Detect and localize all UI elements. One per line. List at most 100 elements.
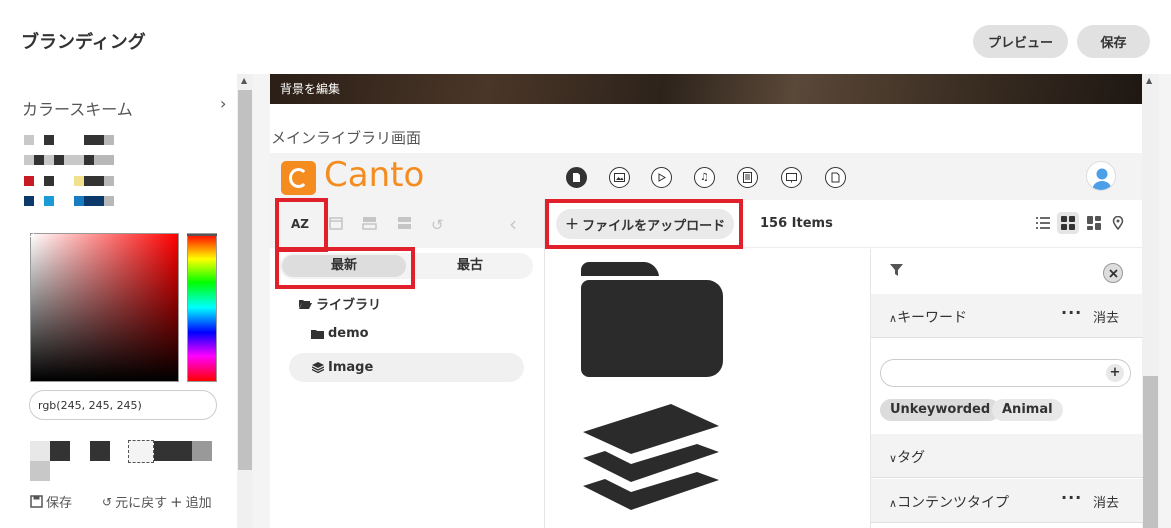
tree-label: Image	[328, 360, 374, 375]
page-title: ブランディング	[21, 32, 146, 53]
tree-item-demo[interactable]: demo	[311, 326, 369, 341]
canto-logo-text: Canto	[324, 155, 425, 195]
scrollbar-thumb[interactable]	[238, 90, 252, 470]
chevron-down-icon: ∨	[889, 452, 898, 465]
content-type-label: ∧コンテンツタイプ	[889, 495, 1010, 511]
upload-button[interactable]: + ファイルをアップロード	[556, 209, 734, 239]
rgb-input[interactable]	[29, 390, 217, 420]
tag-section-header[interactable]: ∨タグ	[871, 434, 1143, 478]
sort-az-button[interactable]: AZ	[280, 200, 320, 248]
keyword-search-input[interactable]	[880, 359, 1131, 387]
refresh-icon[interactable]: ↺	[431, 216, 444, 234]
recent-color[interactable]	[30, 441, 50, 461]
all-types-icon[interactable]	[566, 167, 587, 188]
calendar-icon[interactable]	[329, 216, 343, 234]
items-count: 156 Items	[760, 216, 833, 231]
right-scrollbar[interactable]: ▲	[1142, 74, 1159, 528]
list-view-icon[interactable]	[1032, 212, 1054, 234]
sort-oldest-button[interactable]: 最古	[410, 255, 530, 277]
add-color-button[interactable]: + 追加	[170, 492, 212, 512]
audio-type-icon[interactable]: ♫	[694, 167, 715, 188]
video-type-icon[interactable]	[651, 167, 672, 188]
chevron-up-icon: ∧	[889, 497, 898, 510]
folder-open-icon	[299, 299, 312, 309]
layers-icon[interactable]	[579, 404, 724, 528]
add-color-label: 追加	[185, 496, 212, 511]
save-scheme-label: 保存	[46, 496, 73, 511]
picker-handle[interactable]	[28, 231, 34, 237]
keyword-section-header[interactable]: ∧キーワード ··· 消去	[871, 294, 1143, 338]
map-pin-icon[interactable]	[1107, 212, 1129, 234]
more-icon[interactable]: ···	[1061, 488, 1082, 507]
background-banner[interactable]: 背景を編集	[270, 74, 1142, 104]
folder-icon	[311, 329, 324, 339]
color-scheme-title: カラースキーム	[22, 100, 133, 119]
file-grid	[545, 249, 870, 528]
keyword-label: ∧キーワード	[889, 310, 968, 326]
chevron-up-icon: ∧	[889, 312, 898, 325]
color-scheme-panel: カラースキーム › 保存	[0, 74, 237, 528]
content-type-section-header[interactable]: ∧コンテンツタイプ ··· 消去	[871, 479, 1143, 523]
sort-newest-button[interactable]: 最新	[282, 255, 406, 277]
chevron-left-icon[interactable]: ‹	[509, 212, 517, 236]
branding-page: ブランディング プレビュー 保存 カラースキーム › rgb(245, 245,…	[0, 0, 1171, 528]
more-icon[interactable]: ···	[1061, 303, 1082, 322]
folder-icon[interactable]	[581, 262, 723, 377]
image-type-icon[interactable]	[609, 167, 630, 188]
scroll-up-icon[interactable]: ▲	[1146, 76, 1152, 85]
canto-logo-icon	[281, 161, 316, 195]
filter-panel: ∧キーワード ··· 消去 + Unkeyworded Animal ∨タグ ∧…	[870, 249, 1143, 528]
other-type-icon[interactable]	[825, 167, 846, 188]
left-toolbar: AZ ↺ ‹	[270, 200, 544, 248]
close-icon	[1108, 268, 1118, 278]
undo-icon: ↺	[102, 494, 113, 509]
recent-color[interactable]	[30, 461, 50, 481]
keyword-chip-unkeyworded[interactable]: Unkeyworded	[880, 399, 1001, 421]
user-icon	[1092, 168, 1112, 190]
hue-handle[interactable]	[187, 234, 217, 236]
saturation-picker[interactable]	[28, 231, 179, 382]
scrollbar-thumb[interactable]	[1143, 376, 1158, 528]
recent-color[interactable]	[50, 441, 70, 461]
content-type-clear-button[interactable]: 消去	[1093, 492, 1119, 511]
grid-view-icon[interactable]	[1057, 212, 1079, 234]
main-library-label: メインライブラリ画面	[271, 129, 422, 147]
plus-icon: +	[170, 492, 183, 511]
recent-color[interactable]	[192, 441, 212, 461]
palette-row[interactable]	[24, 135, 114, 145]
palette-row[interactable]	[24, 155, 114, 165]
save-button[interactable]: 保存	[1077, 25, 1150, 58]
document-type-icon[interactable]	[737, 167, 758, 188]
undo-label: 元に戻す	[115, 496, 168, 511]
upload-label: ファイルをアップロード	[582, 218, 726, 234]
edit-background-label[interactable]: 背景を編集	[280, 80, 340, 97]
storage-icon[interactable]	[397, 216, 412, 234]
floppy-icon	[30, 495, 43, 508]
keyword-clear-button[interactable]: 消去	[1093, 307, 1119, 326]
hue-slider[interactable]	[187, 233, 217, 382]
chevron-right-icon[interactable]: ›	[220, 94, 226, 113]
preview-button[interactable]: プレビュー	[973, 25, 1068, 58]
tree-label: ライブラリ	[316, 298, 382, 313]
close-filter-button[interactable]	[1103, 263, 1123, 283]
layout-icon[interactable]	[362, 216, 377, 234]
tree-item-image[interactable]: Image	[289, 353, 524, 382]
plus-icon: +	[564, 214, 580, 234]
recent-color-selected[interactable]	[128, 440, 154, 463]
scroll-up-icon[interactable]: ▲	[241, 76, 247, 85]
add-keyword-button[interactable]: +	[1106, 364, 1124, 382]
avatar[interactable]	[1086, 161, 1116, 191]
palette-row[interactable]	[24, 196, 114, 206]
tree-item-library[interactable]: ライブラリ	[299, 294, 381, 313]
masonry-view-icon[interactable]	[1083, 212, 1105, 234]
recent-color[interactable]	[90, 441, 110, 461]
presentation-type-icon[interactable]	[781, 167, 802, 188]
recent-color[interactable]	[154, 441, 192, 461]
recent-color[interactable]	[70, 441, 90, 461]
keyword-chip-animal[interactable]: Animal	[992, 399, 1063, 421]
undo-button[interactable]: ↺ 元に戻す	[102, 492, 168, 512]
tree-label: demo	[328, 326, 369, 341]
palette-row[interactable]	[24, 176, 114, 186]
save-scheme-button[interactable]: 保存	[30, 492, 72, 511]
left-scrollbar[interactable]: ▲	[237, 74, 253, 528]
